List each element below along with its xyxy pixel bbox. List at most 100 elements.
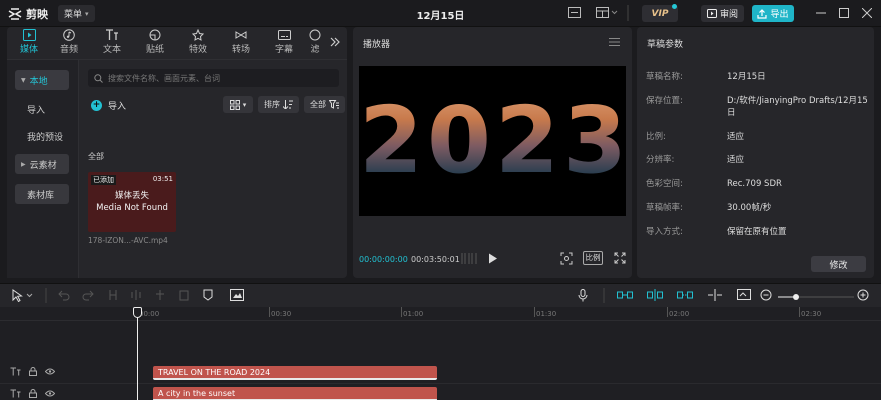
- sort-button[interactable]: 排序: [258, 96, 299, 113]
- ruler-tick: [269, 307, 270, 317]
- title-bar: 剪映 菜单 ▾ 12月15日 VIP 审阅 导出: [0, 0, 881, 27]
- ratio-button[interactable]: 比例: [583, 251, 603, 265]
- marker-icon[interactable]: [202, 289, 214, 301]
- preview-canvas[interactable]: 2023: [359, 66, 627, 216]
- split-icon[interactable]: [107, 289, 119, 301]
- modify-button[interactable]: 修改: [811, 256, 866, 272]
- playhead-handle[interactable]: [133, 307, 142, 318]
- menu-icon[interactable]: [609, 38, 620, 46]
- freeze-frame-icon[interactable]: [230, 289, 244, 301]
- zoom-in-icon[interactable]: [857, 289, 869, 301]
- tab-sticker[interactable]: 贴纸: [136, 29, 174, 55]
- sidebar-item-local[interactable]: ▼ 本地: [15, 70, 69, 90]
- microphone-icon[interactable]: [578, 289, 588, 302]
- ruler-label: 00:30: [271, 310, 292, 318]
- prop-value: 适应: [727, 132, 745, 142]
- zoom-out-icon[interactable]: [760, 289, 772, 301]
- media-panel: 媒体 音频 文本 贴纸 特效 转场 字幕 滤 ▼ 本地 导入 我的预设 ▶ 云素…: [7, 27, 347, 278]
- sidebar-item-import[interactable]: 导入: [15, 99, 69, 119]
- prop-value: 30.00帧/秒: [727, 203, 772, 213]
- sidebar-item-library[interactable]: 素材库: [15, 184, 69, 204]
- zoom-slider[interactable]: [778, 294, 854, 300]
- eye-icon[interactable]: [45, 390, 55, 397]
- waveform-grid-icon: [461, 252, 477, 265]
- import-button[interactable]: + 导入: [91, 97, 126, 113]
- lock-icon[interactable]: [29, 389, 37, 398]
- tab-effects[interactable]: 特效: [179, 29, 217, 55]
- redo-icon[interactable]: [82, 289, 94, 301]
- play-icon[interactable]: [488, 253, 498, 264]
- text-clip[interactable]: A city in the sunset: [153, 387, 437, 400]
- filter-icon: [309, 29, 321, 41]
- chevron-double-right-icon[interactable]: [330, 37, 340, 47]
- prop-label: 保存位置:: [646, 96, 683, 106]
- clip-duration: 03:51: [152, 175, 173, 183]
- linkage-icon[interactable]: [677, 289, 693, 301]
- tab-sticker-label: 贴纸: [145, 45, 164, 55]
- eye-icon[interactable]: [45, 368, 55, 375]
- chevron-down-icon: ▾: [242, 100, 247, 109]
- sidebar-item-label: 云素材: [29, 160, 57, 171]
- draft-params-title: 草稿参数: [647, 40, 684, 50]
- ruler-label: 00:00: [139, 310, 160, 318]
- draft-params-panel: 草稿参数 草稿名称: 12月15日 保存位置: D:/软件/JianyingPr…: [637, 27, 874, 278]
- divider: [603, 288, 605, 303]
- minimize-icon[interactable]: [814, 6, 828, 20]
- divider: [45, 288, 47, 303]
- search-input[interactable]: [88, 69, 339, 87]
- sidebar-item-label: 本地: [29, 76, 48, 87]
- missing-media-en: Media Not Found: [96, 203, 168, 213]
- sort-icon: [283, 100, 293, 109]
- maximize-icon[interactable]: [837, 6, 851, 20]
- track-separator: [0, 383, 881, 384]
- missing-media-message: 媒体丢失 Media Not Found: [88, 190, 176, 214]
- playhead[interactable]: [137, 307, 138, 400]
- export-button[interactable]: 导出: [752, 5, 794, 22]
- main-track-magnet-icon[interactable]: [617, 289, 633, 301]
- delete-icon[interactable]: [178, 289, 190, 301]
- split-left-icon[interactable]: [130, 289, 142, 301]
- close-icon[interactable]: [860, 6, 874, 20]
- select-cursor-icon[interactable]: [12, 289, 34, 302]
- text-track-icon: [10, 367, 21, 376]
- filter-label: 全部: [310, 100, 326, 109]
- player-title: 播放器: [363, 40, 391, 50]
- panel-layout-icon[interactable]: [596, 7, 618, 18]
- view-mode-button[interactable]: ▾: [223, 96, 253, 113]
- tab-media[interactable]: 媒体: [10, 29, 48, 55]
- sidebar-item-label: 素材库: [27, 190, 55, 201]
- prop-value: 保留在原有位置: [727, 227, 787, 237]
- lock-icon[interactable]: [29, 367, 37, 376]
- caret-down-icon: ▼: [21, 76, 26, 84]
- window-title: 12月15日: [416, 11, 465, 22]
- auto-snap-icon[interactable]: [647, 289, 663, 301]
- media-thumbnail[interactable]: 已添加 03:51 媒体丢失 Media Not Found: [88, 172, 176, 232]
- prop-value: D:/软件/JianyingPro Drafts/12月15日: [727, 96, 868, 118]
- tab-transition[interactable]: 转场: [222, 29, 260, 55]
- media-filename: 178-IZON...-AVC.mp4: [88, 236, 168, 245]
- review-button[interactable]: 审阅: [701, 5, 744, 22]
- fullscreen-focus-icon[interactable]: [560, 252, 573, 265]
- app-logo: 剪映: [8, 6, 48, 22]
- sidebar-item-presets[interactable]: 我的预设: [15, 126, 69, 146]
- tab-subtitle[interactable]: 字幕: [265, 29, 303, 55]
- timeline[interactable]: 00:00 00:30 01:00 01:30 02:00 02:30 TRAV…: [0, 307, 881, 400]
- preview-axis-icon[interactable]: [707, 289, 723, 301]
- filter-button[interactable]: 全部: [304, 96, 345, 113]
- undo-icon[interactable]: [58, 289, 70, 301]
- tab-filter[interactable]: 滤: [305, 29, 325, 55]
- tab-text[interactable]: 文本: [93, 29, 131, 55]
- ruler-tick: [401, 307, 402, 317]
- text-track-header-1: [10, 367, 55, 376]
- tab-audio[interactable]: 音频: [50, 29, 88, 55]
- text-clip[interactable]: TRAVEL ON THE ROAD 2024: [153, 366, 437, 380]
- player-panel: 播放器 2023 00:00:00:00 00:03:50:01 比例: [353, 27, 632, 278]
- subtitle-icon: [277, 30, 291, 40]
- layout-icon[interactable]: [568, 7, 581, 18]
- split-right-icon[interactable]: [154, 289, 166, 301]
- menu-button[interactable]: 菜单 ▾: [58, 5, 95, 22]
- caption-preview-icon[interactable]: [737, 289, 753, 301]
- grid-icon: [229, 99, 240, 110]
- expand-icon[interactable]: [614, 252, 626, 264]
- sidebar-item-cloud[interactable]: ▶ 云素材: [15, 154, 69, 174]
